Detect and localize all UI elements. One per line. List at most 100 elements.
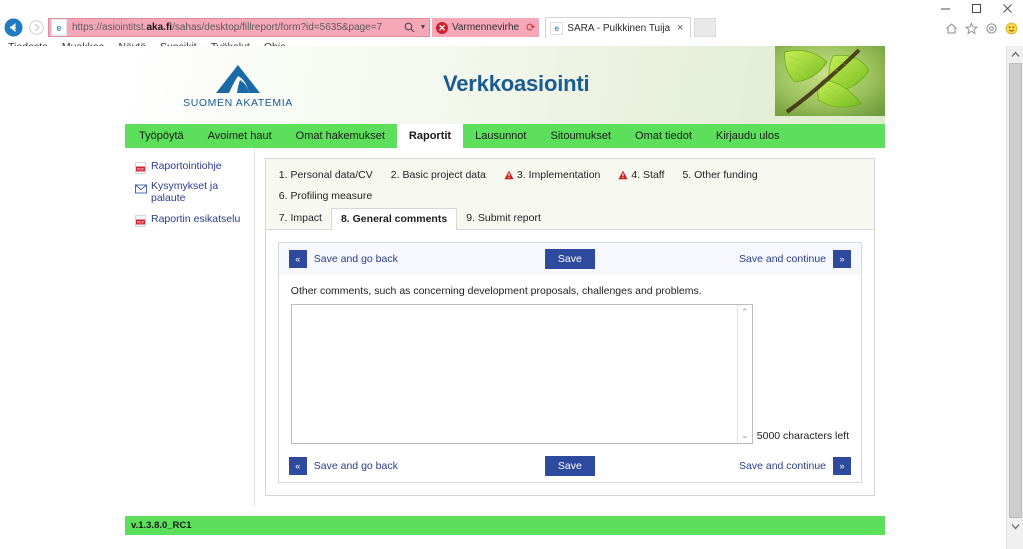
step-tab-5-other-funding[interactable]: 5. Other funding bbox=[673, 165, 766, 186]
sidebar-item-raportointiohje[interactable]: PDF Raportointiohje bbox=[135, 160, 254, 174]
save-and-go-back-label[interactable]: Save and go back bbox=[314, 253, 398, 265]
scroll-up-icon[interactable]: ⌃ bbox=[741, 305, 749, 320]
nav-label: Työpöytä bbox=[139, 130, 184, 142]
step-tab-8-general-comments[interactable]: 8. General comments bbox=[330, 208, 458, 230]
page-scroll-up-icon[interactable] bbox=[1007, 46, 1023, 63]
save-and-go-back-group-bottom[interactable]: « Save and go back bbox=[288, 457, 398, 475]
step-label: 8. General comments bbox=[340, 213, 448, 225]
svg-text:PDF: PDF bbox=[137, 221, 145, 225]
step-tab-3-implementation[interactable]: 3. Implementation bbox=[495, 165, 609, 186]
step-label: 2. Basic project data bbox=[390, 169, 486, 181]
url-domain: aka.fi bbox=[146, 22, 173, 33]
certificate-error-badge[interactable]: ✕ Varmennevirhe ⟳ bbox=[432, 18, 540, 37]
sidebar-item-label: Raportointiohje bbox=[151, 160, 222, 172]
address-bar[interactable]: e https://asiointitst.aka.fi/sahas/deskt… bbox=[48, 18, 430, 37]
browser-toolbar-icons bbox=[944, 17, 1019, 39]
step-label: 5. Other funding bbox=[682, 169, 758, 181]
certificate-error-icon: ✕ bbox=[436, 21, 448, 34]
report-panel: 1. Personal data/CV 2. Basic project dat… bbox=[264, 158, 875, 496]
step-tab-9-submit-report[interactable]: 9. Submit report bbox=[457, 207, 550, 229]
browser-window: e https://asiointitst.aka.fi/sahas/deskt… bbox=[0, 0, 1023, 549]
refresh-icon[interactable]: ⟳ bbox=[526, 21, 535, 34]
address-bar-text[interactable]: https://asiointitst.aka.fi/sahas/desktop… bbox=[67, 22, 401, 33]
browser-tab[interactable]: e SARA - Pulkkinen Tuija × bbox=[545, 17, 692, 38]
go-back-arrow-icon[interactable]: « bbox=[288, 457, 307, 475]
textarea-scrollbar[interactable]: ⌃ ⌄ bbox=[736, 305, 752, 443]
step-tab-2-basic-project-data[interactable]: 2. Basic project data bbox=[382, 165, 495, 186]
search-icon[interactable] bbox=[401, 22, 417, 33]
sidebar-item-label: Raportin esikatselu bbox=[151, 213, 241, 225]
save-button[interactable]: Save bbox=[544, 456, 595, 476]
step-tab-1-personal-data-cv[interactable]: 1. Personal data/CV bbox=[270, 165, 382, 186]
tab-favicon-icon: e bbox=[550, 21, 564, 35]
page-scrollbar[interactable] bbox=[1006, 46, 1023, 549]
akatemia-triangle-icon bbox=[173, 64, 303, 94]
step-tabs-row-1: 1. Personal data/CV 2. Basic project dat… bbox=[270, 165, 870, 207]
sidebar-item-kysymykset-ja-palaute[interactable]: Kysymykset ja palaute bbox=[135, 180, 254, 204]
nav-item-kirjaudu-ulos[interactable]: Kirjaudu ulos bbox=[704, 124, 792, 148]
window-controls bbox=[930, 0, 1023, 16]
nav-item-omat-tiedot[interactable]: Omat tiedot bbox=[623, 124, 704, 148]
nav-item-raportit[interactable]: Raportit bbox=[396, 124, 464, 148]
nav-label: Raportit bbox=[408, 130, 452, 142]
main-navigation: Työpöytä Avoimet haut Omat hakemukset Ra… bbox=[125, 124, 885, 148]
nav-item-tyopoyta[interactable]: Työpöytä bbox=[127, 124, 196, 148]
scroll-down-icon[interactable]: ⌄ bbox=[741, 428, 749, 443]
logo[interactable]: SUOMEN AKATEMIA bbox=[173, 64, 303, 109]
chevron-down-icon[interactable]: ▼ bbox=[417, 24, 429, 31]
page-scroll-down-icon[interactable] bbox=[1007, 518, 1023, 535]
characters-left-counter: 5000 characters left bbox=[756, 430, 849, 442]
nav-label: Omat tiedot bbox=[635, 130, 692, 142]
nav-label: Avoimet haut bbox=[207, 130, 272, 142]
nav-item-sitoumukset[interactable]: Sitoumukset bbox=[538, 124, 623, 148]
save-and-continue-group-bottom[interactable]: Save and continue » bbox=[739, 457, 851, 475]
general-comments-form: « Save and go back Save Save and continu… bbox=[277, 242, 862, 483]
back-button[interactable] bbox=[0, 16, 26, 39]
minimize-icon[interactable] bbox=[930, 0, 961, 16]
save-and-continue-group-top[interactable]: Save and continue » bbox=[739, 250, 851, 268]
site-header: SUOMEN AKATEMIA Verkkoasiointi bbox=[125, 46, 885, 124]
site-footer: v.1.3.8.0_RC1 bbox=[125, 516, 885, 535]
new-tab-button[interactable] bbox=[694, 18, 717, 37]
smiley-feedback-icon[interactable] bbox=[1004, 21, 1019, 36]
go-back-arrow-icon[interactable]: « bbox=[288, 250, 307, 268]
browser-titlebar bbox=[0, 0, 1023, 16]
nav-label: Omat hakemukset bbox=[295, 130, 385, 142]
close-icon[interactable] bbox=[992, 0, 1023, 16]
step-tab-4-staff[interactable]: 4. Staff bbox=[609, 165, 673, 186]
continue-arrow-icon[interactable]: » bbox=[833, 250, 851, 268]
tab-close-icon[interactable]: × bbox=[674, 22, 686, 34]
comments-textarea[interactable]: ⌃ ⌄ bbox=[290, 304, 753, 444]
home-icon[interactable] bbox=[944, 21, 959, 36]
nav-item-lausunnot[interactable]: Lausunnot bbox=[463, 124, 538, 148]
url-prefix: https://asiointitst. bbox=[72, 22, 147, 33]
sidebar-item-label: Kysymykset ja palaute bbox=[151, 180, 219, 204]
step-label: 7. Impact bbox=[278, 211, 322, 224]
save-and-continue-label[interactable]: Save and continue bbox=[739, 460, 826, 472]
save-button[interactable]: Save bbox=[544, 249, 595, 269]
page-content: SUOMEN AKATEMIA Verkkoasiointi Työpöytä … bbox=[125, 46, 885, 535]
page-scroll-thumb[interactable] bbox=[1008, 63, 1022, 518]
step-tab-6-profiling-measure[interactable]: 6. Profiling measure bbox=[270, 186, 381, 207]
sidebar-item-raportin-esikatselu[interactable]: PDF Raportin esikatselu bbox=[135, 213, 254, 227]
save-and-continue-label[interactable]: Save and continue bbox=[739, 253, 826, 265]
continue-arrow-icon[interactable]: » bbox=[833, 457, 851, 475]
step-label: 9. Submit report bbox=[466, 211, 541, 224]
nav-item-avoimet-haut[interactable]: Avoimet haut bbox=[196, 124, 284, 148]
save-and-go-back-group-top[interactable]: « Save and go back bbox=[288, 250, 398, 268]
maximize-icon[interactable] bbox=[961, 0, 992, 16]
settings-gear-icon[interactable] bbox=[984, 21, 999, 36]
form-toolbar-top: « Save and go back Save Save and continu… bbox=[278, 243, 861, 275]
save-and-go-back-label[interactable]: Save and go back bbox=[314, 460, 398, 472]
site-title: Verkkoasiointi bbox=[443, 71, 590, 96]
browser-tab-title: SARA - Pulkkinen Tuija bbox=[567, 22, 671, 34]
favorites-star-icon[interactable] bbox=[964, 21, 979, 36]
pdf-icon: PDF bbox=[135, 161, 146, 174]
pdf-icon: PDF bbox=[135, 214, 146, 227]
nav-item-omat-hakemukset[interactable]: Omat hakemukset bbox=[284, 124, 397, 148]
main-content: 1. Personal data/CV 2. Basic project dat… bbox=[255, 148, 885, 506]
sidebar: PDF Raportointiohje Kysymykset ja palaut… bbox=[125, 148, 255, 506]
step-tabs: 1. Personal data/CV 2. Basic project dat… bbox=[265, 159, 874, 230]
forward-button[interactable] bbox=[26, 16, 46, 39]
step-tab-7-impact[interactable]: 7. Impact bbox=[270, 207, 331, 229]
